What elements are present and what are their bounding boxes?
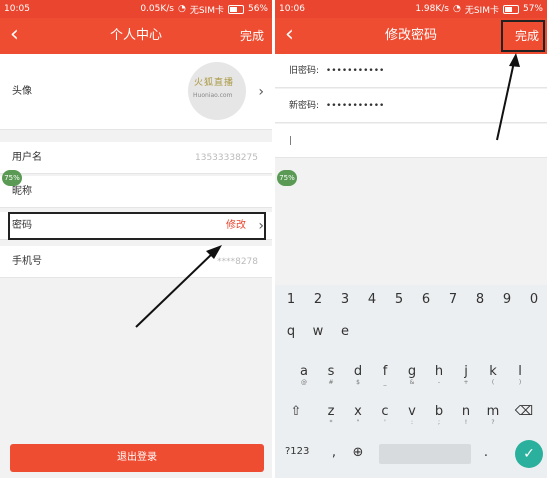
- key-alt-char: &: [409, 379, 415, 386]
- key-alt-char: ': [384, 419, 386, 426]
- key-char: j: [464, 364, 468, 379]
- key-char: z: [327, 404, 335, 419]
- key-char: 7: [448, 292, 458, 307]
- key-alt-char: ): [518, 379, 522, 386]
- key-alt-char: ?: [491, 419, 495, 426]
- keyboard-key[interactable]: 4: [359, 287, 385, 315]
- key-char: e: [341, 324, 349, 339]
- key-char: a: [300, 364, 308, 379]
- keyboard-key[interactable]: v:: [399, 399, 425, 427]
- keyboard-key[interactable]: h-: [426, 359, 452, 387]
- annotation-arrow: [135, 245, 222, 328]
- space-key[interactable]: [379, 444, 471, 464]
- change-password-screen: 10:06 1.98K/s ◔ 无SIM卡 57% ‹ 修改密码 完成 旧密码:…: [275, 0, 547, 478]
- key-char: d: [353, 364, 363, 379]
- key-char: 8: [475, 292, 485, 307]
- key-char: b: [434, 404, 444, 419]
- logout-button[interactable]: 退出登录: [10, 444, 264, 472]
- keyboard-key[interactable]: k(: [480, 359, 506, 387]
- keyboard-key[interactable]: j +: [453, 359, 479, 387]
- key-char: l: [518, 364, 522, 379]
- key-alt-char: @: [301, 379, 307, 386]
- keyboard-key[interactable]: x ": [345, 399, 371, 427]
- personal-center-screen: 10:05 0.05K/s ◔ 无SIM卡 56% ‹ 个人中心 完成 头像 火…: [0, 0, 272, 478]
- key-alt-char: _: [383, 379, 387, 386]
- key-char: 3: [340, 292, 350, 307]
- key-row-1: qwe: [275, 319, 547, 347]
- key-char: f: [382, 364, 388, 379]
- key-row-2: a @ s # d $ f _ g & h - j + k(l): [275, 359, 547, 387]
- key-char: x: [354, 404, 362, 419]
- key-char: 2: [313, 292, 323, 307]
- comma-key[interactable]: ,: [321, 440, 347, 468]
- keyboard-key[interactable]: 3: [332, 287, 358, 315]
- key-alt-char: +: [463, 379, 469, 386]
- soft-keyboard: 1234567890 qwe a @ s # d $ f _ g & h - j + k(l) ⇧ ⌫ z *…: [275, 285, 547, 478]
- keyboard-key[interactable]: 8: [467, 287, 493, 315]
- confirm-check-icon[interactable]: ✓: [515, 440, 543, 468]
- keyboard-key[interactable]: q: [278, 319, 304, 347]
- keyboard-key[interactable]: 6: [413, 287, 439, 315]
- key-char: h: [434, 364, 444, 379]
- keyboard-key[interactable]: g &: [399, 359, 425, 387]
- backspace-key-icon[interactable]: ⌫: [511, 399, 537, 427]
- key-alt-char: !: [464, 419, 468, 426]
- key-char: g: [407, 364, 417, 379]
- keyboard-key[interactable]: 5: [386, 287, 412, 315]
- keyboard-key[interactable]: b;: [426, 399, 452, 427]
- key-alt-char: #: [328, 379, 334, 386]
- keyboard-key[interactable]: s #: [318, 359, 344, 387]
- keyboard-key[interactable]: l): [507, 359, 533, 387]
- key-char: 1: [286, 292, 296, 307]
- key-char: n: [461, 404, 471, 419]
- keyboard-key[interactable]: 0: [521, 287, 547, 315]
- key-alt-char: -: [437, 379, 441, 386]
- key-char: 6: [421, 292, 431, 307]
- keyboard-key[interactable]: 2: [305, 287, 331, 315]
- shift-key-icon[interactable]: ⇧: [283, 399, 309, 427]
- keyboard-key[interactable]: d $: [345, 359, 371, 387]
- symbols-key[interactable]: ?123: [285, 446, 309, 457]
- keyboard-key[interactable]: 7: [440, 287, 466, 315]
- period-key[interactable]: .: [473, 440, 499, 468]
- keyboard-key[interactable]: 1: [278, 287, 304, 315]
- keyboard-key[interactable]: a @: [291, 359, 317, 387]
- key-char: 5: [394, 292, 404, 307]
- key-alt-char: ": [356, 419, 360, 426]
- key-char: 4: [367, 292, 377, 307]
- key-char: s: [327, 364, 335, 379]
- keyboard-key[interactable]: n!: [453, 399, 479, 427]
- key-alt-char: :: [410, 419, 414, 426]
- key-alt-char: (: [491, 379, 495, 386]
- keyboard-key[interactable]: 9: [494, 287, 520, 315]
- keyboard-key[interactable]: f _: [372, 359, 398, 387]
- keyboard-key[interactable]: m?: [480, 399, 506, 427]
- key-char: 9: [502, 292, 512, 307]
- key-char: m: [486, 404, 500, 419]
- key-char: q: [286, 324, 296, 339]
- key-alt-char: $: [356, 379, 360, 386]
- number-row: 1 2 3 4 5 6 7 8 9 0: [275, 287, 547, 315]
- key-char: c: [381, 404, 389, 419]
- key-char: w: [312, 324, 324, 339]
- key-char: v: [408, 404, 416, 419]
- keyboard-key[interactable]: z *: [318, 399, 344, 427]
- key-row-3: ⇧ ⌫ z * x " c ' v: b; n! m?: [275, 399, 547, 427]
- keyboard-key[interactable]: e: [332, 319, 358, 347]
- key-char: k: [489, 364, 497, 379]
- key-alt-char: ;: [437, 419, 441, 426]
- key-char: 0: [529, 292, 539, 307]
- key-alt-char: *: [329, 419, 333, 426]
- keyboard-key[interactable]: w: [305, 319, 331, 347]
- globe-icon[interactable]: ⊕: [345, 440, 371, 468]
- keyboard-key[interactable]: c ': [372, 399, 398, 427]
